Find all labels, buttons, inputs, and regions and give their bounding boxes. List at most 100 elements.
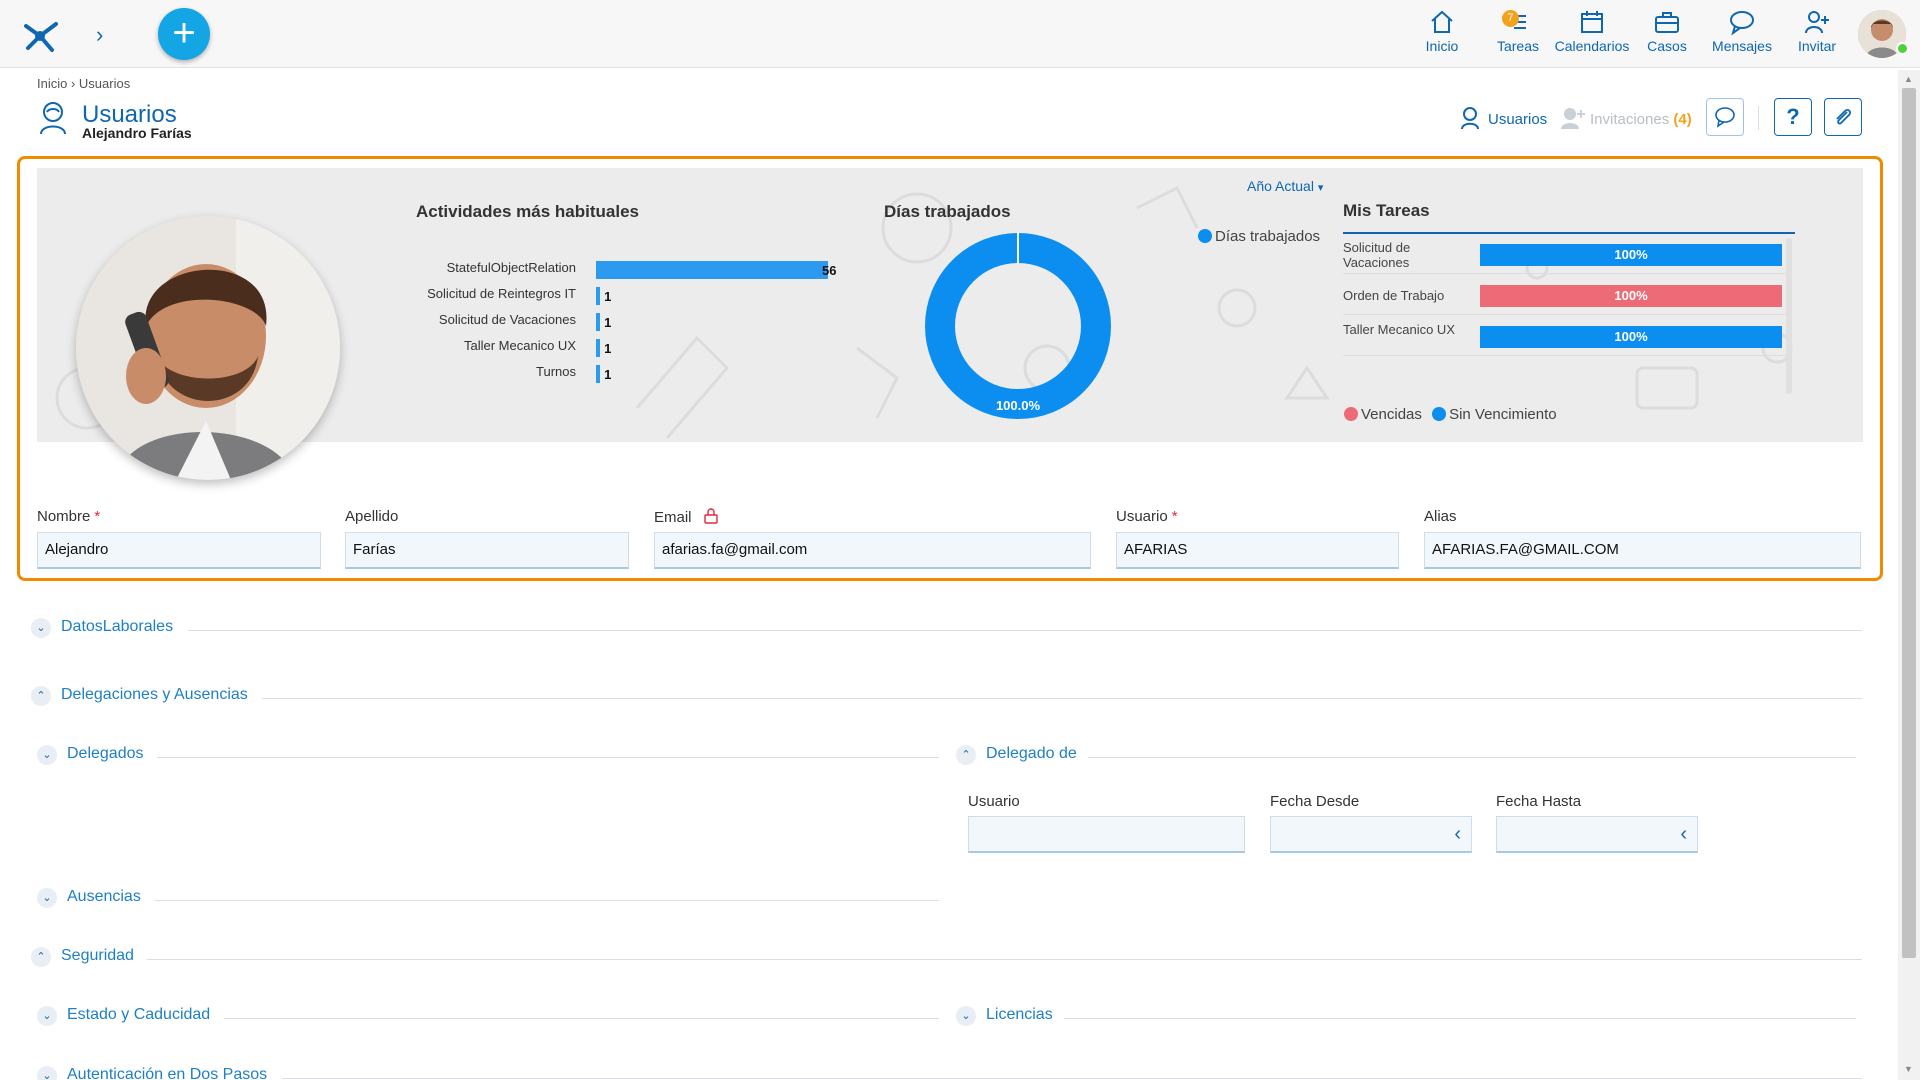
attachments-button[interactable] [1824, 98, 1862, 136]
group-divider [157, 757, 939, 758]
scrollbar-thumb[interactable] [1902, 88, 1916, 958]
task-progress-bar: 100% [1480, 326, 1782, 348]
task-row[interactable]: Orden de Trabajo 100% [1343, 275, 1786, 315]
group-delegado-de[interactable]: ⌃ Delegado de [956, 745, 1077, 765]
scroll-up-icon[interactable]: ▲ [1904, 74, 1913, 84]
chevron-down-icon: ⌄ [37, 1066, 57, 1080]
profile-photo-icon [76, 216, 340, 480]
activity-bar-value: 1 [604, 341, 612, 356]
chevron-down-icon: ⌄ [31, 618, 51, 638]
email-input[interactable]: afarias.fa@gmail.com [654, 532, 1091, 569]
delegado-usuario-input[interactable] [968, 816, 1245, 853]
chevron-down-icon: ⌄ [37, 1006, 57, 1026]
nav-casos[interactable]: Casos [1646, 8, 1688, 54]
usuario-input[interactable]: AFARIAS [1116, 532, 1399, 569]
group-delegaciones[interactable]: ⌃ Delegaciones y Ausencias [31, 686, 248, 706]
chat-icon [1730, 11, 1754, 36]
task-progress-bar: 100% [1480, 285, 1782, 307]
chevron-down-icon: ⌄ [37, 888, 57, 908]
email-label: Email [654, 508, 718, 526]
nav-calendarios[interactable]: Calendarios [1554, 8, 1630, 54]
task-name: Orden de Trabajo [1343, 288, 1445, 303]
nav-invitar[interactable]: Invitar [1796, 8, 1838, 54]
activity-bar[interactable] [596, 287, 601, 305]
chevron-left-icon[interactable]: ‹ [1454, 823, 1461, 846]
page-scrollbar[interactable]: ▲ ▼ [1898, 70, 1920, 1080]
user-profile-photo[interactable] [76, 216, 340, 480]
activity-bar-value: 1 [604, 315, 612, 330]
days-title: Días trabajados [884, 202, 1011, 221]
group-ausencias[interactable]: ⌄ Ausencias [37, 888, 141, 908]
activity-bar[interactable] [596, 313, 601, 331]
help-button[interactable]: ? [1774, 98, 1812, 136]
tasks-title: Mis Tareas [1343, 201, 1430, 220]
activity-bar-label: Solicitud de Vacaciones [438, 312, 576, 327]
comments-button[interactable] [1706, 98, 1744, 136]
alias-input[interactable]: AFARIAS.FA@GMAIL.COM [1424, 532, 1861, 569]
group-estado-caducidad[interactable]: ⌄ Estado y Caducidad [37, 1006, 210, 1026]
fecha-hasta-label: Fecha Hasta [1496, 793, 1582, 810]
delegado-usuario-label: Usuario [968, 793, 1020, 810]
legend-dot [1198, 229, 1212, 243]
chevron-up-icon: ⌃ [956, 745, 976, 765]
invitations-link[interactable]: Invitaciones (4) [1590, 111, 1692, 128]
usuario-label: Usuario * [1116, 508, 1178, 525]
activity-bar[interactable] [596, 261, 828, 279]
chevron-right-icon[interactable]: › [96, 22, 103, 48]
paperclip-icon [1836, 109, 1851, 125]
group-divider [1064, 1018, 1856, 1019]
nav-mensajes[interactable]: Mensajes [1712, 8, 1772, 54]
days-legend[interactable]: Días trabajados [1198, 228, 1320, 245]
home-icon [1431, 10, 1453, 33]
help-icon: ? [1786, 104, 1800, 129]
online-status-dot [1896, 42, 1909, 55]
nombre-input[interactable]: Alejandro [37, 532, 321, 569]
days-legend-label: Días trabajados [1215, 228, 1321, 245]
group-licencias[interactable]: ⌄ Licencias [956, 1006, 1053, 1026]
header-divider [1758, 106, 1759, 130]
fecha-desde-label: Fecha Desde [1270, 793, 1360, 810]
add-button[interactable]: + [158, 8, 210, 60]
lock-icon [703, 508, 718, 524]
comment-icon [1715, 107, 1735, 128]
group-divider [1088, 757, 1856, 758]
group-autenticacion[interactable]: ⌄ Autenticación en Dos Pasos [37, 1066, 267, 1080]
legend-overdue-label[interactable]: Vencidas [1361, 406, 1422, 423]
nav-tareas[interactable]: 7 Tareas [1494, 8, 1542, 54]
activity-bar[interactable] [596, 365, 601, 383]
calendar-icon [1581, 11, 1603, 33]
task-row[interactable]: Solicitud de Vacaciones 100% [1343, 234, 1786, 274]
fecha-hasta-input[interactable]: ‹ [1496, 816, 1698, 853]
nav-label: Calendarios [1554, 38, 1630, 54]
period-dropdown[interactable]: Año Actual ▾ [1247, 178, 1323, 194]
group-divider [155, 900, 939, 901]
activity-bar[interactable] [596, 339, 601, 357]
chevron-down-icon: ▾ [1317, 182, 1324, 194]
group-seguridad[interactable]: ⌃ Seguridad [31, 947, 134, 967]
legend-dot-overdue [1344, 407, 1358, 421]
invite-user-icon [1805, 11, 1829, 34]
tasks-scrollbar[interactable] [1786, 238, 1792, 394]
nav-label: Casos [1647, 38, 1687, 54]
chevron-up-icon: ⌃ [31, 947, 51, 967]
nav-label: Tareas [1496, 38, 1540, 54]
nav-inicio[interactable]: Inicio [1424, 8, 1460, 54]
donut-label: 100.0% [996, 398, 1041, 413]
breadcrumb[interactable]: Inicio › Usuarios [37, 76, 130, 91]
group-delegados[interactable]: ⌄ Delegados [37, 745, 144, 765]
app-logo-icon[interactable] [16, 10, 64, 58]
activity-bar-value: 56 [822, 263, 837, 278]
fecha-desde-input[interactable]: ‹ [1270, 816, 1472, 853]
donut-slice[interactable] [925, 233, 1111, 419]
activity-bar-label: Turnos [536, 364, 576, 379]
apellido-label: Apellido [345, 508, 399, 525]
users-icon [40, 102, 66, 135]
apellido-input[interactable]: Farías [345, 532, 629, 569]
group-datos-laborales[interactable]: ⌄ DatosLaborales [31, 618, 173, 638]
chevron-left-icon[interactable]: ‹ [1680, 823, 1687, 846]
page-subtitle: Alejandro Farías [82, 125, 192, 141]
users-link[interactable]: Usuarios [1488, 111, 1547, 128]
legend-no-due-label[interactable]: Sin Vencimiento [1449, 406, 1557, 423]
task-row[interactable]: Taller Mecanico UX 100% [1343, 316, 1786, 356]
scroll-down-icon[interactable]: ▼ [1904, 1064, 1913, 1074]
